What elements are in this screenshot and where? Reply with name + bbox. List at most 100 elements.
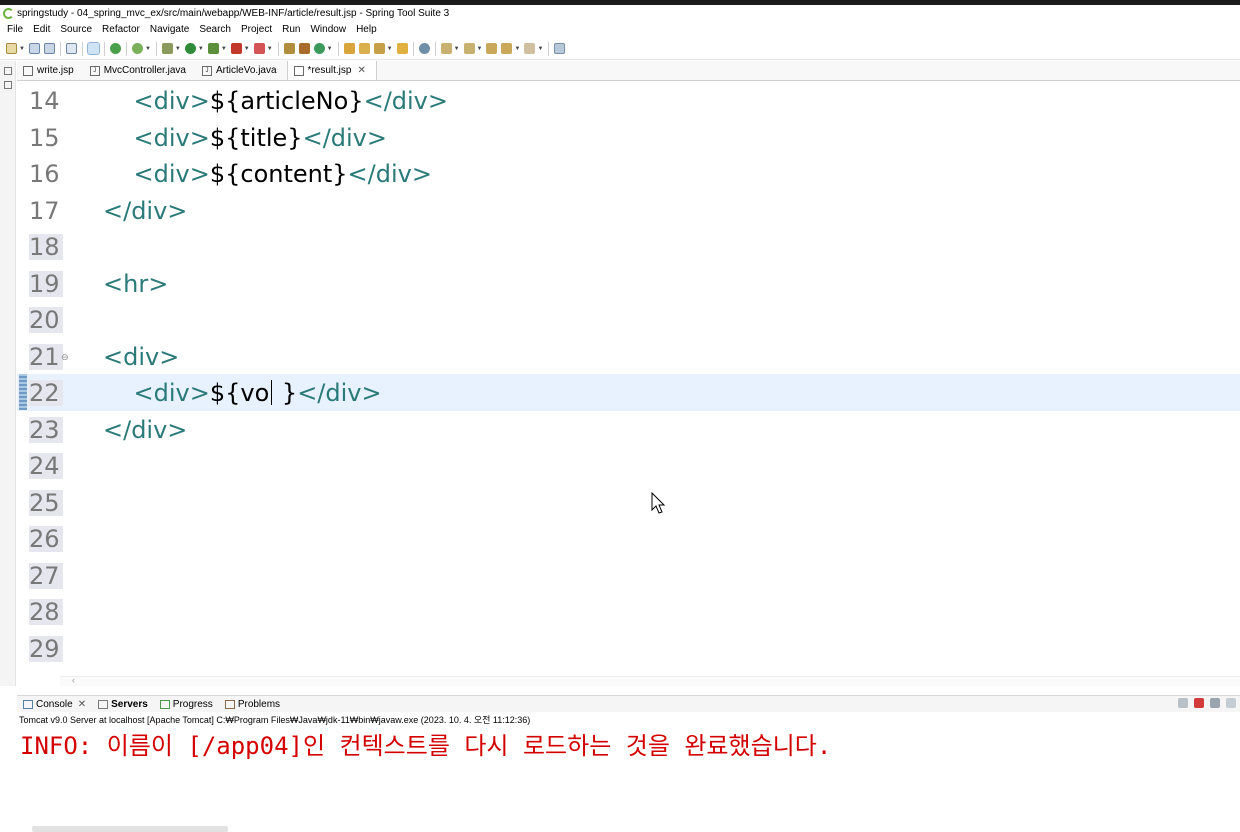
editor-line[interactable]: 28 xyxy=(17,593,1240,630)
annotation-dropdown-icon[interactable]: ▼ xyxy=(387,46,393,52)
line-number: 20 xyxy=(29,307,63,333)
stop-dropdown-icon[interactable]: ▼ xyxy=(267,46,273,52)
fold-toggle-icon[interactable]: ⊖ xyxy=(61,352,69,363)
back-icon[interactable] xyxy=(501,43,513,54)
tab-result-jsp[interactable]: *result.jsp ✕ xyxy=(286,61,377,80)
editor-line[interactable]: 22 <div>${vo }</div> xyxy=(17,374,1240,411)
previous-annotation-dropdown-icon[interactable]: ▼ xyxy=(477,46,483,52)
console-output[interactable]: INFO: 이름이 [/app04]인 컨텍스트를 다시 로드하는 것을 완료했… xyxy=(17,726,1240,832)
line-number: 14 xyxy=(29,87,60,115)
menu-search[interactable]: Search xyxy=(194,24,236,35)
toolbar-separator xyxy=(155,41,157,56)
new-class-dropdown-icon[interactable]: ▼ xyxy=(327,46,333,52)
line-number: 28 xyxy=(29,599,63,625)
menu-help[interactable]: Help xyxy=(351,24,382,35)
line-number: 21 xyxy=(29,343,63,370)
new-class-icon[interactable] xyxy=(313,43,325,54)
back-dropdown-icon[interactable]: ▼ xyxy=(514,46,520,52)
editor-line[interactable]: 27 xyxy=(17,557,1240,594)
close-icon[interactable]: ✕ xyxy=(357,65,365,76)
annotation-icon[interactable] xyxy=(373,43,385,54)
console-tab-bar: Console ✕ Servers Progress Problems xyxy=(17,695,1240,712)
editor-line[interactable]: 14 <div>${articleNo}</div> xyxy=(17,82,1240,119)
console-icon xyxy=(23,699,33,709)
pin-editor-icon[interactable] xyxy=(554,43,566,54)
dashboard-dropdown-icon[interactable]: ▼ xyxy=(145,46,151,52)
tab-progress[interactable]: Progress xyxy=(154,699,219,710)
run-dropdown-icon[interactable]: ▼ xyxy=(198,46,204,52)
editor-line[interactable]: 20 xyxy=(17,301,1240,338)
terminal-icon[interactable] xyxy=(65,43,77,54)
new-java-project-icon[interactable] xyxy=(283,43,295,54)
line-number: 16 xyxy=(29,160,60,188)
editor-horizontal-scrollbar[interactable]: ‹ xyxy=(60,675,1240,686)
change-marker xyxy=(19,374,27,410)
menu-source[interactable]: Source xyxy=(55,24,97,35)
close-icon[interactable]: ✕ xyxy=(78,699,86,710)
tab-console[interactable]: Console ✕ xyxy=(17,699,92,710)
package-explorer-icon[interactable] xyxy=(3,67,12,75)
line-number: 24 xyxy=(29,453,63,479)
menu-project[interactable]: Project xyxy=(236,24,277,35)
menu-navigate[interactable]: Navigate xyxy=(145,24,194,35)
spring-dashboard-icon[interactable] xyxy=(131,43,143,54)
editor-line[interactable]: 29 xyxy=(17,630,1240,667)
debug-dropdown-icon[interactable]: ▼ xyxy=(175,46,181,52)
refresh-icon[interactable] xyxy=(1178,698,1188,708)
scroll-left-icon[interactable]: ‹ xyxy=(72,675,75,685)
new-dropdown-icon[interactable]: ▼ xyxy=(19,46,25,52)
terminate-icon[interactable] xyxy=(1194,698,1204,708)
tab-write-jsp[interactable]: write.jsp xyxy=(17,61,84,80)
next-annotation-icon[interactable] xyxy=(440,43,452,54)
save-all-icon[interactable] xyxy=(43,43,55,54)
editor-line[interactable]: 15 <div>${title}</div> xyxy=(17,119,1240,156)
toggle-mark-occurrences-icon[interactable] xyxy=(86,42,100,55)
menu-window[interactable]: Window xyxy=(305,24,351,35)
editor-line[interactable]: 19 <hr> xyxy=(17,265,1240,302)
forward-icon[interactable] xyxy=(524,43,536,54)
globe-icon[interactable] xyxy=(418,43,430,54)
progress-icon xyxy=(159,699,170,709)
open-task-icon[interactable] xyxy=(358,43,370,54)
code-editor[interactable]: 14 <div>${articleNo}</div> 15 <div>${titl… xyxy=(17,82,1240,676)
open-type-icon[interactable] xyxy=(343,43,355,54)
tab-articlevo-java[interactable]: J ArticleVo.java xyxy=(196,61,287,80)
editor-line[interactable]: 17 </div> xyxy=(17,192,1240,229)
remove-launch-icon[interactable] xyxy=(1210,698,1220,708)
previous-annotation-icon[interactable] xyxy=(463,43,475,54)
new-icon[interactable] xyxy=(6,43,17,54)
editor-line[interactable]: 25 xyxy=(17,484,1240,521)
remove-all-icon[interactable] xyxy=(1226,698,1236,708)
menu-run[interactable]: Run xyxy=(277,24,305,35)
save-icon[interactable] xyxy=(28,43,40,54)
code-expression-tail: } xyxy=(274,379,298,407)
main-toolbar: ▼ ▼ ▼ ▼ ▼ ▼ ▼ ▼ ▼ ▼ ▼ ▼ ▼ xyxy=(0,38,1240,60)
console-horizontal-scrollbar-thumb[interactable] xyxy=(32,826,228,832)
tab-problems[interactable]: Problems xyxy=(219,699,286,710)
tab-mvccontroller-java[interactable]: J MvcController.java xyxy=(84,61,196,80)
stop-icon[interactable] xyxy=(253,43,265,54)
menu-file[interactable]: File xyxy=(2,24,28,35)
menu-edit[interactable]: Edit xyxy=(28,24,55,35)
forward-dropdown-icon[interactable]: ▼ xyxy=(537,46,543,52)
editor-line[interactable]: 23 </div> xyxy=(17,411,1240,448)
editor-line[interactable]: 26 xyxy=(17,520,1240,557)
new-package-icon[interactable] xyxy=(298,43,310,54)
editor-line[interactable]: 24 xyxy=(17,447,1240,484)
external-tools-dropdown-icon[interactable]: ▼ xyxy=(244,46,250,52)
start-server-icon[interactable] xyxy=(109,43,121,54)
tab-servers[interactable]: Servers xyxy=(92,699,154,710)
menu-refactor[interactable]: Refactor xyxy=(97,24,145,35)
editor-line[interactable]: 16 <div>${content}</div> xyxy=(17,155,1240,192)
editor-line[interactable]: 18 xyxy=(17,228,1240,265)
coverage-dropdown-icon[interactable]: ▼ xyxy=(221,46,227,52)
debug-icon[interactable] xyxy=(161,43,173,54)
hierarchy-icon[interactable] xyxy=(3,81,12,89)
editor-line[interactable]: 21 ⊖ <div> xyxy=(17,338,1240,375)
external-tools-icon[interactable] xyxy=(230,43,242,54)
last-edit-location-icon[interactable] xyxy=(486,43,498,54)
open-folder-icon[interactable] xyxy=(396,43,408,54)
run-icon[interactable] xyxy=(184,43,196,54)
coverage-icon[interactable] xyxy=(207,43,219,54)
next-annotation-dropdown-icon[interactable]: ▼ xyxy=(454,46,460,52)
